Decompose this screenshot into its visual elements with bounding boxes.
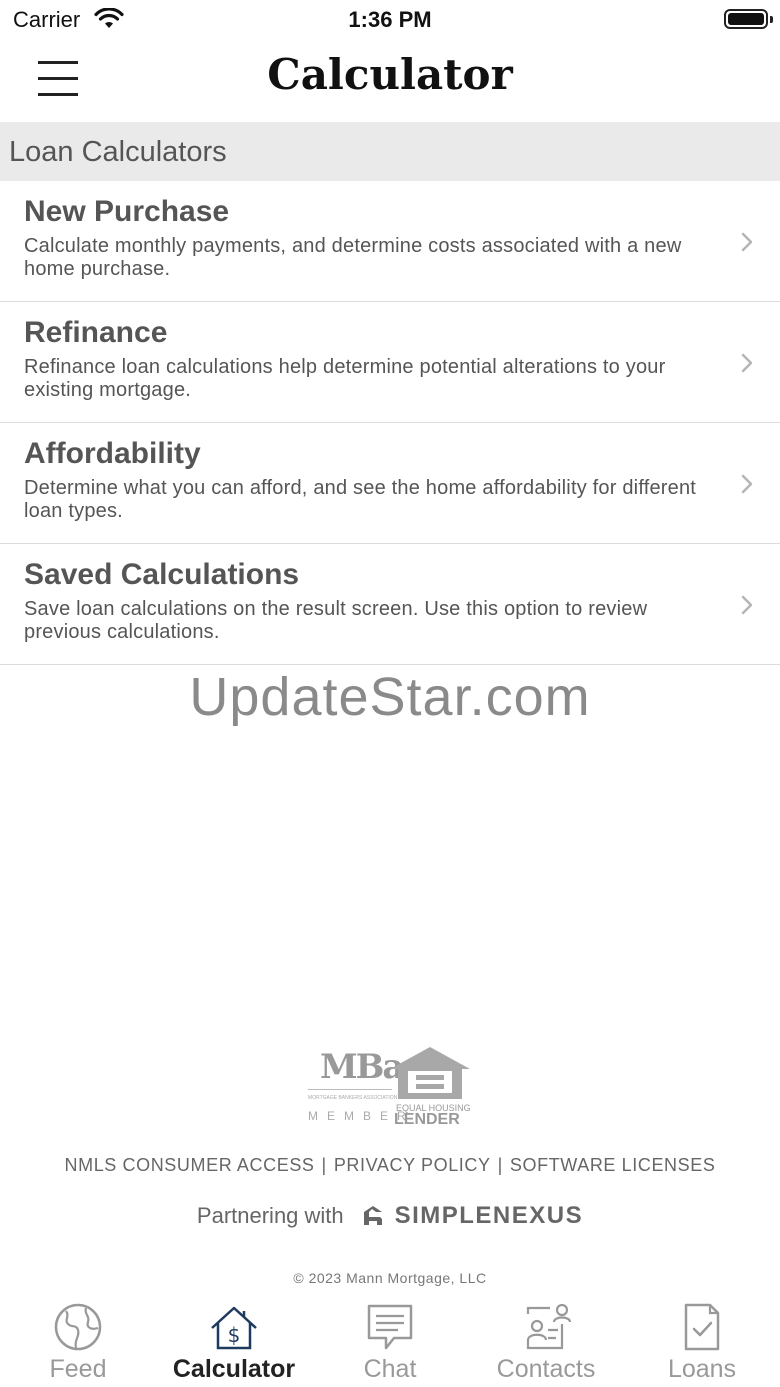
- calculator-list: New Purchase Calculate monthly payments,…: [0, 181, 780, 665]
- globe-icon: [54, 1303, 102, 1351]
- document-check-icon: [684, 1303, 720, 1351]
- tab-feed[interactable]: Feed: [0, 1296, 156, 1387]
- tab-bar: Feed $ Calculator Chat Contacts Loans: [0, 1296, 780, 1387]
- tab-contacts[interactable]: Contacts: [468, 1296, 624, 1387]
- mba-member-logo: MBa MORTGAGE BANKERS ASSOCIATION MEMBER: [306, 1045, 406, 1127]
- section-title: Loan Calculators: [9, 136, 227, 168]
- item-description: Calculate monthly payments, and determin…: [24, 235, 682, 280]
- list-item-saved-calculations[interactable]: Saved Calculations Save loan calculation…: [0, 544, 780, 665]
- tab-calculator[interactable]: $ Calculator: [156, 1296, 312, 1387]
- separator: |: [321, 1155, 327, 1175]
- privacy-policy-link[interactable]: PRIVACY POLICY: [334, 1155, 491, 1175]
- partnering-text: Partnering with: [196, 1203, 344, 1228]
- watermark: UpdateStar.com: [189, 667, 591, 727]
- tab-label: Loans: [667, 1355, 737, 1383]
- list-item-refinance[interactable]: Refinance Refinance loan calculations he…: [0, 302, 780, 423]
- simplenexus-logo-icon: [364, 1206, 383, 1225]
- page-title: Calculator: [267, 50, 513, 99]
- section-header: Loan Calculators: [0, 122, 780, 181]
- copyright: © 2023 Mann Mortgage, LLC: [293, 1270, 487, 1286]
- item-description: Refinance loan calculations help determi…: [24, 356, 666, 401]
- list-item-new-purchase[interactable]: New Purchase Calculate monthly payments,…: [0, 181, 780, 302]
- clock: 1:36 PM: [348, 7, 432, 32]
- contacts-icon: [526, 1303, 572, 1350]
- tab-loans[interactable]: Loans: [624, 1296, 780, 1387]
- tab-label: Contacts: [496, 1355, 596, 1383]
- software-licenses-link[interactable]: SOFTWARE LICENSES: [510, 1155, 716, 1175]
- mba-logo-subtitle: MORTGAGE BANKERS ASSOCIATION: [308, 1095, 398, 1101]
- tab-chat[interactable]: Chat: [312, 1296, 468, 1387]
- app-header: Calculator: [0, 40, 780, 122]
- status-bar: Carrier 1:36 PM: [0, 0, 780, 40]
- item-description: Determine what you can afford, and see t…: [24, 477, 697, 522]
- chat-bubble-icon: [367, 1304, 413, 1350]
- chevron-right-icon: [741, 353, 753, 373]
- separator: |: [497, 1155, 503, 1175]
- footer-links: NMLS CONSUMER ACCESS | PRIVACY POLICY | SOFT…: [0, 1155, 780, 1176]
- nmls-consumer-access-link[interactable]: NMLS CONSUMER ACCESS: [65, 1155, 315, 1175]
- item-title: New Purchase: [24, 195, 230, 228]
- list-item-affordability[interactable]: Affordability Determine what you can aff…: [0, 423, 780, 544]
- item-description: Save loan calculations on the result scr…: [24, 598, 648, 643]
- item-title: Refinance: [24, 316, 168, 349]
- item-title: Saved Calculations: [24, 558, 300, 591]
- item-title: Affordability: [24, 437, 201, 470]
- partnering-banner: Partnering with SIMPLENEXUS: [0, 1202, 780, 1236]
- tab-label: Feed: [49, 1355, 107, 1383]
- simplenexus-name: SIMPLENEXUS: [394, 1202, 584, 1229]
- house-dollar-icon: $: [211, 1306, 257, 1350]
- battery-icon: [724, 9, 773, 29]
- equal-housing-line2: LENDER: [394, 1111, 460, 1128]
- svg-text:$: $: [228, 1323, 241, 1347]
- equal-housing-house-icon: [390, 1047, 470, 1099]
- chevron-right-icon: [741, 595, 753, 615]
- tab-label: Calculator: [172, 1355, 296, 1383]
- chevron-right-icon: [741, 474, 753, 494]
- chevron-right-icon: [741, 232, 753, 252]
- tab-label: Chat: [363, 1355, 417, 1383]
- equal-housing-lender-logo: EQUAL HOUSING LENDER: [388, 1045, 472, 1129]
